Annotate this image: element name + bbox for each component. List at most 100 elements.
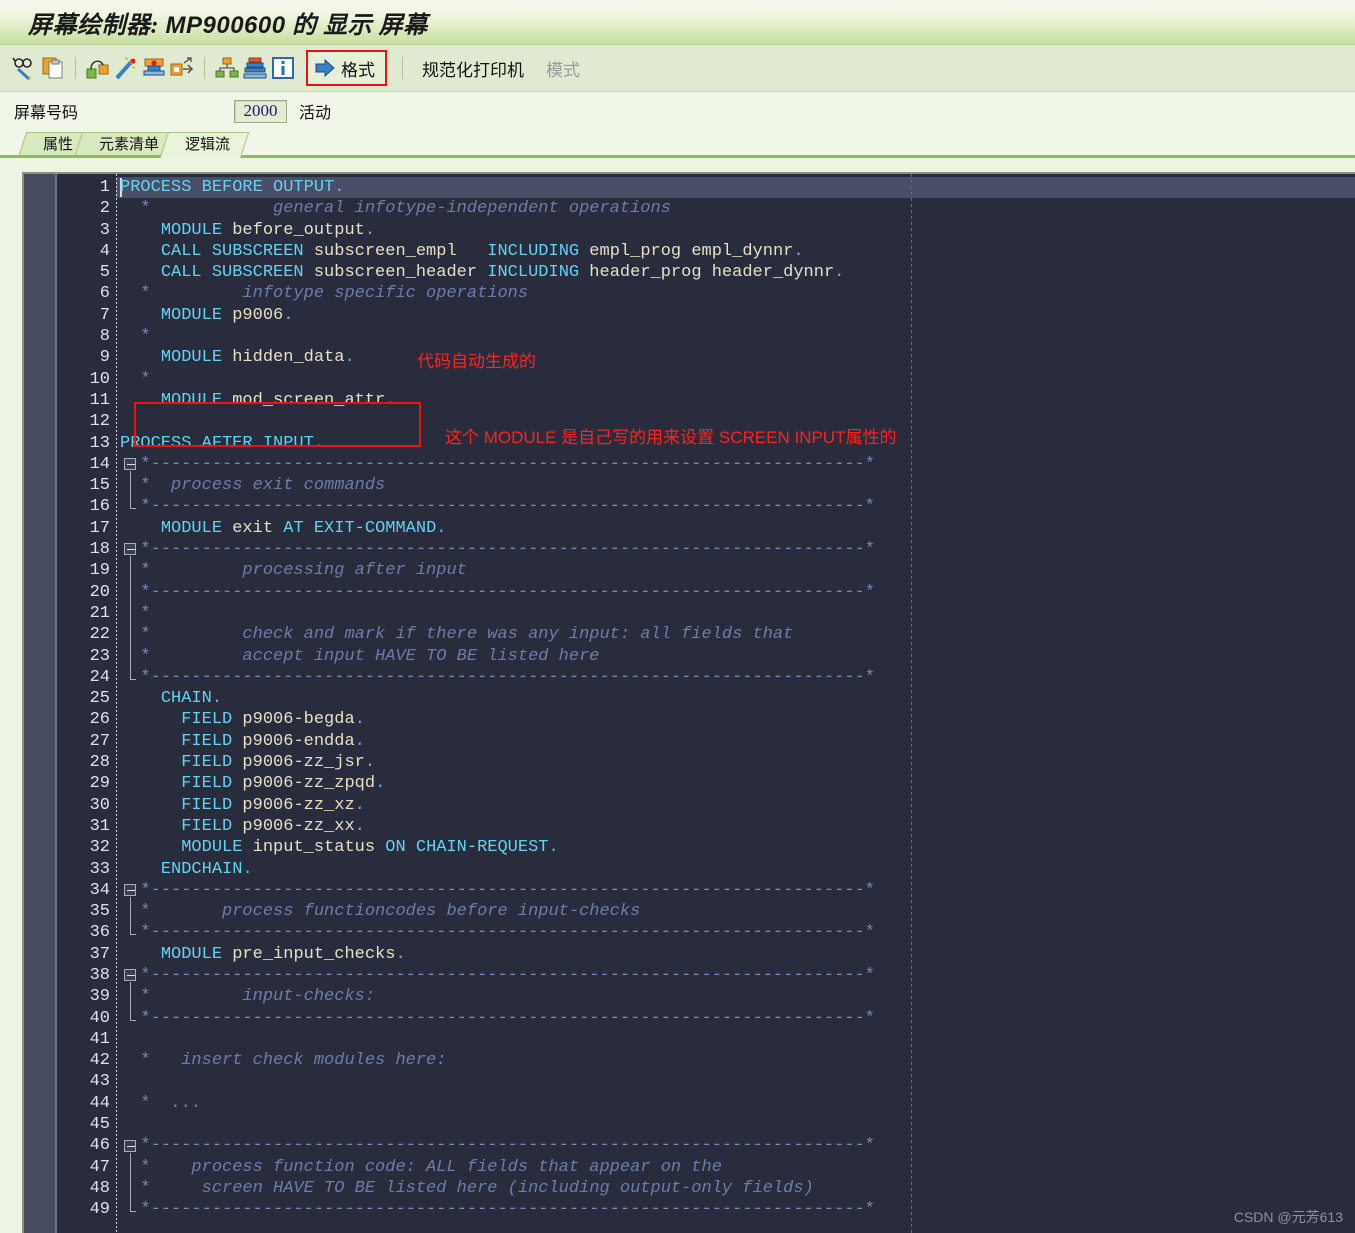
screen-painter-icon[interactable] [141,55,167,81]
code-line[interactable]: *---------------------------------------… [120,1008,1355,1029]
code-line[interactable]: * check and mark if there was any input:… [120,624,1355,645]
code-line[interactable]: * general infotype-independent operation… [120,198,1355,219]
line-number: 45 [89,1115,110,1135]
code-line[interactable] [120,1029,1355,1050]
info-icon[interactable] [270,55,296,81]
code-token: . [375,774,386,794]
code-line[interactable]: *---------------------------------------… [120,667,1355,688]
code-token: . [313,433,325,453]
code-line[interactable]: * infotype specific operations [120,283,1355,304]
code-line[interactable]: MODULE p9006. [120,305,1355,326]
code-line[interactable]: * process functioncodes before input-che… [120,901,1355,922]
transfer-icon[interactable] [169,55,195,81]
fold-toggle[interactable] [124,543,136,556]
magic-wand-icon[interactable] [113,55,139,81]
code-line[interactable]: FIELD p9006-begda. [120,709,1355,730]
code-line[interactable]: *---------------------------------------… [120,880,1355,901]
fold-toggle[interactable] [124,969,136,982]
code-line[interactable]: * input-checks: [120,986,1355,1007]
code-line[interactable]: FIELD p9006-zz_jsr. [120,752,1355,773]
code-line[interactable]: *---------------------------------------… [120,922,1355,943]
screen-number-label: 屏幕号码 [14,105,79,122]
toolbar-separator [402,57,403,79]
code-line[interactable]: *---------------------------------------… [120,965,1355,986]
code-line[interactable]: PROCESS BEFORE OUTPUT. [120,177,1355,198]
code-line[interactable]: *---------------------------------------… [120,496,1355,517]
code-line[interactable]: CALL SUBSCREEN subscreen_empl INCLUDING … [120,241,1355,262]
code-line[interactable] [120,1114,1355,1135]
code-line[interactable]: * process function code: ALL fields that… [120,1157,1355,1178]
module-purpose-note: 这个 MODULE 是自己写的用来设置 SCREEN INPUT属性的 [445,428,897,447]
code-token: CALL SUBSCREEN [160,263,304,283]
code-line[interactable]: CALL SUBSCREEN subscreen_header INCLUDIN… [120,262,1355,283]
code-line[interactable]: CHAIN. [120,688,1355,709]
code-line[interactable]: ENDCHAIN. [120,859,1355,880]
line-number: 39 [89,987,110,1007]
code-token: * [120,561,161,581]
code-text-area[interactable]: PROCESS BEFORE OUTPUT. * general infotyp… [120,177,1355,1221]
code-line[interactable]: *---------------------------------------… [120,1135,1355,1156]
code-line[interactable]: *---------------------------------------… [120,582,1355,603]
tab-flow-logic[interactable]: 逻辑流 [159,132,250,158]
fold-toggle[interactable] [124,457,136,470]
code-line[interactable]: *---------------------------------------… [120,454,1355,475]
content-pane: 1 2 3 4 5 6 7 8 9 10 11 12 13 14 15 16 17 18 19 20 21 22 23 24 2… [0,163,1355,1233]
fold-toggle[interactable] [124,1139,136,1152]
format-button[interactable]: 格式 [306,50,387,86]
fold-toggle[interactable] [124,883,136,896]
code-line[interactable]: *---------------------------------------… [120,539,1355,560]
line-number: 17 [89,518,110,538]
code-line[interactable]: * screen HAVE TO BE listed here (includi… [120,1178,1355,1199]
code-line[interactable]: * insert check modules here: [120,1050,1355,1071]
check-syntax-icon[interactable] [12,55,38,81]
code-line[interactable]: FIELD p9006-endda. [120,731,1355,752]
code-line[interactable]: FIELD p9006-zz_xx. [120,816,1355,837]
hierarchy-icon[interactable] [214,55,240,81]
code-line[interactable]: * processing after input [120,560,1355,581]
code-line[interactable]: FIELD p9006-zz_xz. [120,795,1355,816]
code-token: input-checks: [160,987,376,1007]
fold-gutter[interactable] [24,174,57,1233]
code-token: * [120,1200,151,1220]
code-line[interactable]: * [120,369,1355,390]
code-line[interactable]: * [120,603,1355,624]
code-line[interactable]: MODULE input_status ON CHAIN-REQUEST. [120,837,1355,858]
screen-number-row: 屏幕号码 2000 活动 [0,92,1355,130]
code-line[interactable]: *---------------------------------------… [120,1199,1355,1220]
code-line[interactable]: * [120,326,1355,347]
code-line[interactable]: MODULE pre_input_checks. [120,944,1355,965]
watermark: CSDN @元芳613 [1233,1209,1343,1225]
copy-paste-icon[interactable] [40,55,66,81]
code-line[interactable]: * accept input HAVE TO BE listed here [120,646,1355,667]
line-number: 6 [99,284,110,304]
code-line[interactable] [120,1071,1355,1092]
code-token: ----------------------------------------… [150,582,875,602]
element-list-icon[interactable] [85,55,111,81]
normalize-printer-button[interactable]: 规范化打印机 [412,56,534,81]
line-number: 11 [89,390,110,410]
flow-logic-code-editor[interactable]: 1 2 3 4 5 6 7 8 9 10 11 12 13 14 15 16 17 18 19 20 21 22 23 24 2… [22,172,1355,1233]
title-suffix: 的 显示 屏幕 [292,12,428,39]
code-token: p9006-zz_jsr [232,753,365,773]
stack-icon[interactable] [242,55,268,81]
code-token: . [385,390,396,410]
line-number: 4 [99,241,110,261]
code-line[interactable]: * ... [120,1093,1355,1114]
screen-number-input[interactable]: 2000 [234,99,287,123]
code-line[interactable]: FIELD p9006-zz_zpqd. [120,773,1355,794]
code-line[interactable]: MODULE before_output. [120,220,1355,241]
code-line[interactable]: MODULE exit AT EXIT-COMMAND. [120,518,1355,539]
line-number: 31 [89,816,110,836]
code-token: infotype specific operations [160,284,529,304]
code-line[interactable]: MODULE mod_screen_attr. [120,390,1355,411]
code-line[interactable]: MODULE hidden_data. [120,347,1355,368]
code-token: . [793,241,804,261]
code-token: subscreen_header [303,263,488,283]
code-token: AT EXIT-COMMAND [283,518,437,538]
code-token: ON CHAIN-REQUEST [385,838,549,858]
code-line[interactable]: * process exit commands [120,475,1355,496]
